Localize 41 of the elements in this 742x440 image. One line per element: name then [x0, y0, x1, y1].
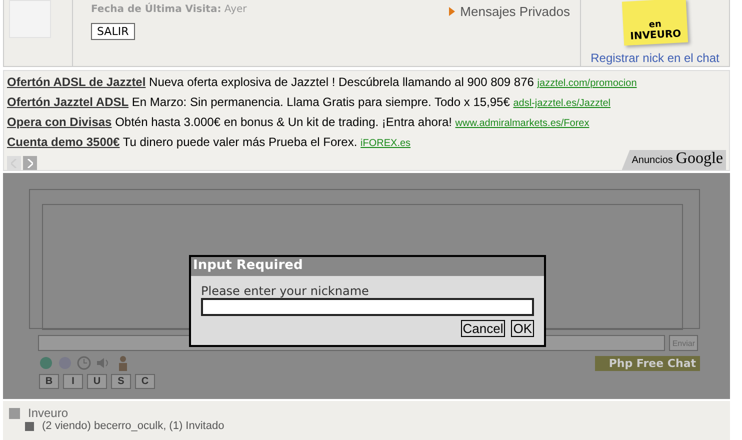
dialog-title: Input Required — [191, 257, 544, 276]
last-visit-label: Fecha de Última Visita: — [91, 4, 222, 15]
previous-button[interactable] — [7, 156, 21, 170]
register-link[interactable]: Registrar nick en el chat — [590, 51, 720, 65]
format-button[interactable]: U — [87, 374, 107, 389]
ad-url-link[interactable]: jazztel.com/promocion — [537, 78, 637, 89]
expand-icon[interactable] — [25, 422, 34, 431]
forum-icon — [9, 408, 20, 418]
ad-title-link[interactable]: Ofertón Jazztel ADSL — [7, 95, 129, 109]
ad-text: Tu dinero puede valer más Prueba el Forex. — [122, 135, 358, 149]
clock-icon[interactable] — [77, 356, 91, 370]
dialog-button[interactable]: Cancel — [460, 320, 506, 337]
ad-url-link[interactable]: iFOREX.es — [360, 138, 411, 149]
sticky-note: en INVEURO — [622, 0, 688, 46]
dialog-prompt: Please enter your nickname — [201, 284, 370, 298]
ad-title-link[interactable]: Cuenta demo 3500€ — [7, 135, 120, 149]
person-icon[interactable] — [117, 355, 129, 371]
chevron-right-icon — [27, 158, 33, 168]
dialog-button[interactable]: OK — [511, 320, 534, 337]
format-button[interactable]: C — [135, 374, 155, 389]
ad-text: Nueva oferta explosiva de Jazztel ! Descúbrela llamando al 900 809 876 — [149, 75, 534, 89]
ad-title-link[interactable]: Opera con Divisas — [7, 115, 112, 129]
private-messages-link[interactable]: Mensajes Privados — [460, 4, 570, 18]
ads-brand: Google — [676, 150, 723, 168]
arrow-icon — [449, 6, 456, 16]
format-button[interactable]: I — [63, 374, 83, 389]
ad-text: En Marzo: Sin permanencia. Llama Gratis para siempre. Todo x 15,95€ — [132, 95, 510, 109]
next-button[interactable] — [23, 156, 37, 170]
format-button[interactable]: S — [111, 374, 131, 389]
ad-text: Obtén hasta 3.000€ en bonus & Un kit de trading. ¡Entra ahora! — [115, 115, 452, 129]
nickname-field[interactable] — [201, 298, 534, 316]
forum-status: (2 viendo) becerro_oculk, (1) Invitado — [42, 420, 224, 433]
logout-button[interactable]: SALIR — [91, 23, 135, 40]
format-button[interactable]: B — [39, 374, 59, 389]
ad-title-link[interactable]: Ofertón ADSL de Jazztel — [7, 75, 146, 89]
chat-logo: Php Free Chat — [594, 356, 700, 370]
forum-link[interactable]: Inveuro — [28, 406, 68, 420]
ad-url-link[interactable]: www.admiralmarkets.es/Forex — [455, 118, 590, 129]
last-visit-value: Ayer — [224, 4, 247, 15]
ad-url-link[interactable]: adsl-jazztel.es/Jazztel — [513, 98, 611, 109]
ads-label: Anuncios — [632, 154, 673, 168]
